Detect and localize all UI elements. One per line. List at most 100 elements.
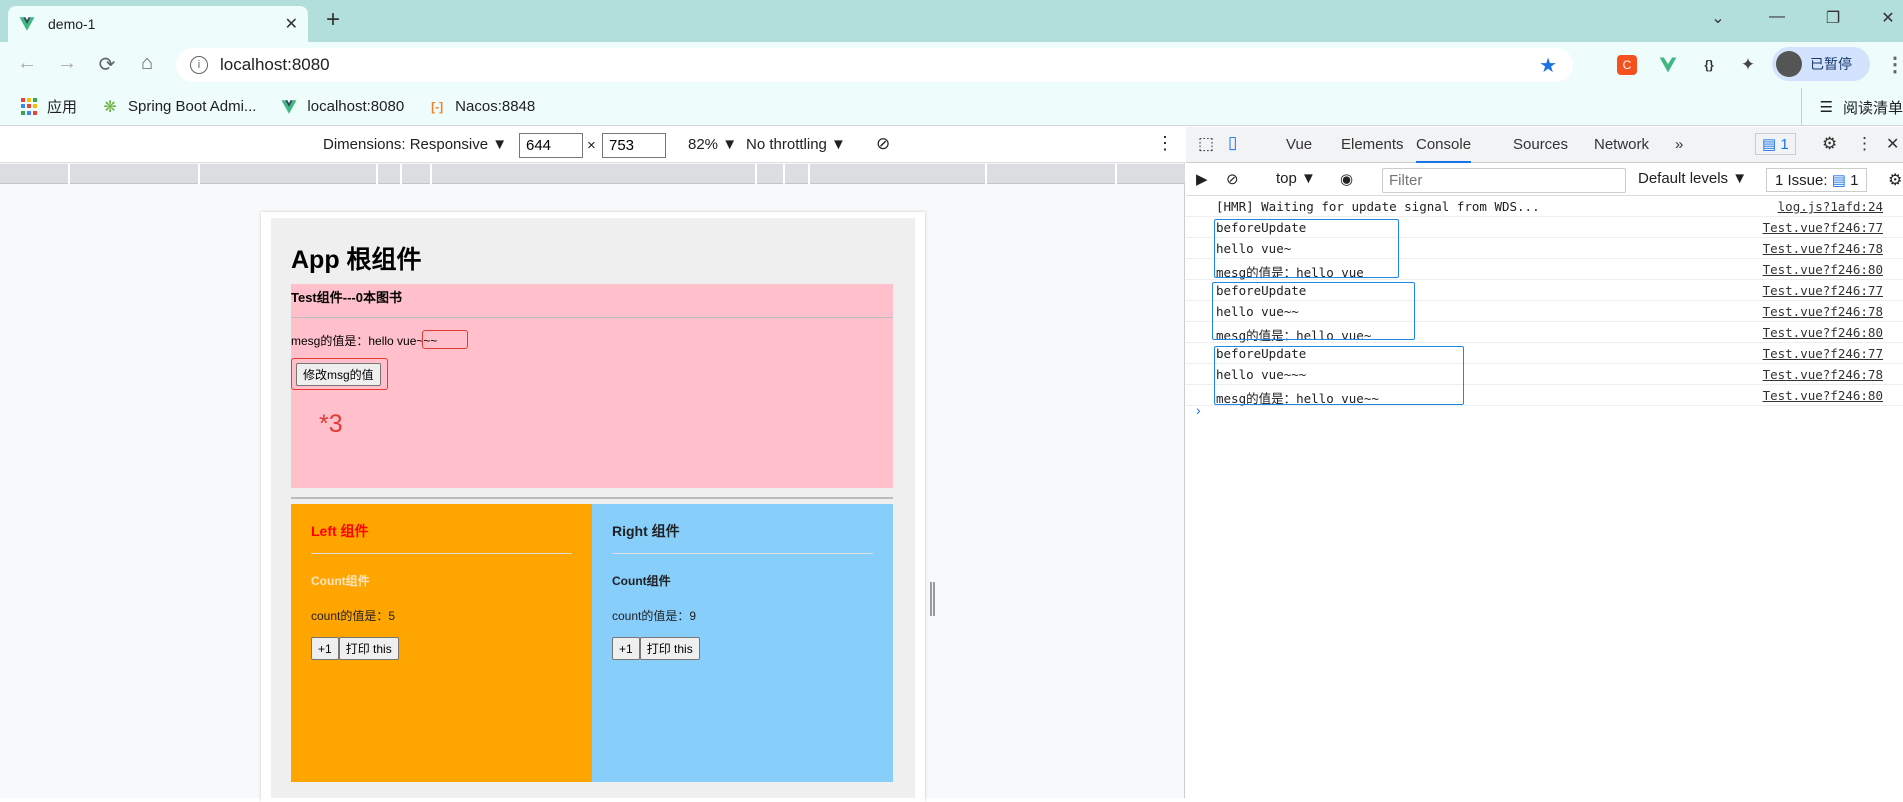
url-text[interactable]: localhost:8080 <box>220 55 1539 75</box>
log-source-link[interactable]: Test.vue?f246:80 <box>1763 262 1883 277</box>
right-component: Right 组件 Count组件 count的值是：9 +1 打印 this <box>592 504 893 782</box>
reading-list-label: 阅读清单 <box>1842 99 1903 117</box>
log-source-link[interactable]: Test.vue?f246:78 <box>1763 241 1883 256</box>
ruler-segment[interactable] <box>783 164 785 184</box>
home-icon[interactable]: ⌂ <box>134 52 160 75</box>
ruler-segment[interactable] <box>430 164 432 184</box>
profile-button[interactable]: 已暂停 <box>1772 47 1870 81</box>
device-toggle-icon[interactable]: ▯ <box>1228 133 1237 153</box>
tab-sources[interactable]: Sources <box>1513 136 1568 153</box>
bookmarks-bar: 应用 ❋ Spring Boot Admi... localhost:8080 … <box>0 88 1903 126</box>
reload-icon[interactable]: ⟳ <box>94 52 120 77</box>
ruler-segment[interactable] <box>400 164 402 184</box>
console-toolbar: ▶ ⊘ top ▼ ◉ Default levels ▼ 1 Issue: ▤ … <box>1186 164 1903 196</box>
log-source-link[interactable]: Test.vue?f246:77 <box>1763 220 1883 235</box>
more-tabs-icon[interactable]: » <box>1675 136 1683 153</box>
address-bar[interactable]: i localhost:8080 ★ <box>176 48 1573 82</box>
highlight-box <box>422 330 468 349</box>
device-toolbar: Dimensions: Responsive ▼ × 82% ▼ No thro… <box>0 127 1185 163</box>
console-filter-input[interactable] <box>1382 168 1626 193</box>
ruler-segment[interactable] <box>985 164 987 184</box>
json-extension-icon[interactable]: {} <box>1699 55 1719 75</box>
throttling-select[interactable]: No throttling ▼ <box>746 136 846 153</box>
ruler-segment[interactable] <box>755 164 757 184</box>
issues-button[interactable]: 1 Issue: ▤ 1 <box>1766 168 1868 192</box>
log-source-link[interactable]: Test.vue?f246:77 <box>1763 283 1883 298</box>
console-log-row: [HMR] Waiting for update signal from WDS… <box>1186 196 1903 217</box>
plus-one-button[interactable]: +1 <box>311 637 339 660</box>
extension-c-icon[interactable]: C <box>1617 55 1637 75</box>
inspect-icon[interactable]: ⬚ <box>1198 134 1214 154</box>
test-heading: Test组件---0本图书 <box>291 284 893 318</box>
times-sign: × <box>587 137 596 154</box>
bookmark-nacos[interactable]: [-] Nacos:8848 <box>428 98 535 116</box>
minimize-icon[interactable]: — <box>1762 8 1792 26</box>
log-source-link[interactable]: Test.vue?f246:80 <box>1763 388 1883 403</box>
browser-menu-icon[interactable]: ⋮ <box>1882 52 1903 77</box>
tab-elements[interactable]: Elements <box>1341 136 1404 153</box>
vue-icon <box>19 17 35 31</box>
tab-network[interactable]: Network <box>1594 136 1649 153</box>
console-settings-icon[interactable]: ⚙ <box>1888 170 1902 190</box>
log-message: [HMR] Waiting for update signal from WDS… <box>1216 199 1540 214</box>
new-tab-icon[interactable]: + <box>326 8 340 32</box>
tab-console[interactable]: Console <box>1416 136 1472 163</box>
log-source-link[interactable]: Test.vue?f246:77 <box>1763 346 1883 361</box>
bookmark-star-icon[interactable]: ★ <box>1539 53 1557 78</box>
window-close-icon[interactable]: ✕ <box>1873 8 1903 28</box>
bookmark-localhost[interactable]: localhost:8080 <box>280 98 404 116</box>
left-heading: Left 组件 <box>311 504 572 554</box>
browser-tab[interactable]: demo-1 ✕ <box>8 6 308 42</box>
ruler-segment[interactable] <box>1115 164 1117 184</box>
height-input[interactable] <box>602 133 666 158</box>
chevron-down-icon[interactable]: ⌄ <box>1703 8 1733 28</box>
zoom-select[interactable]: 82% ▼ <box>688 136 737 153</box>
gear-icon[interactable]: ⚙ <box>1822 134 1837 154</box>
close-devtools-icon[interactable]: ✕ <box>1886 134 1899 154</box>
ruler-segment[interactable] <box>376 164 378 184</box>
width-input[interactable] <box>519 133 583 158</box>
app-root: App 根组件 Test组件---0本图书 mesg的值是：hello vue~… <box>271 218 915 798</box>
print-this-button[interactable]: 打印 this <box>338 637 399 660</box>
log-source-link[interactable]: Test.vue?f246:80 <box>1763 325 1883 340</box>
log-levels-select[interactable]: Default levels ▼ <box>1638 170 1747 187</box>
info-icon[interactable]: i <box>190 56 208 74</box>
reading-list[interactable]: ☰ 阅读清单 <box>1800 88 1903 126</box>
modify-msg-button[interactable]: 修改msg的值 <box>296 363 381 386</box>
bookmark-spring-boot-admin[interactable]: ❋ Spring Boot Admi... <box>101 98 256 116</box>
dimensions-select[interactable]: Dimensions: Responsive ▼ <box>323 136 507 153</box>
back-icon[interactable]: ← <box>14 52 40 75</box>
eye-icon[interactable]: ◉ <box>1340 170 1353 188</box>
emulated-page: App 根组件 Test组件---0本图书 mesg的值是：hello vue~… <box>261 212 925 802</box>
device-menu-icon[interactable]: ⋮ <box>1156 133 1174 154</box>
log-source-link[interactable]: Test.vue?f246:78 <box>1763 304 1883 319</box>
issues-count: 1 <box>1850 172 1859 189</box>
clear-console-icon[interactable]: ⊘ <box>1226 170 1239 188</box>
ruler-segment[interactable] <box>198 164 200 184</box>
vue-devtools-icon[interactable] <box>1658 55 1678 75</box>
log-source-link[interactable]: log.js?1afd:24 <box>1778 199 1883 214</box>
rotate-icon[interactable]: ⊘ <box>876 134 890 154</box>
print-this-button[interactable]: 打印 this <box>639 637 700 660</box>
message-badge[interactable]: ▤ 1 <box>1755 133 1796 155</box>
count-value: count的值是：5 <box>311 609 396 623</box>
context-select[interactable]: top ▼ <box>1276 170 1316 187</box>
maximize-icon[interactable]: ❐ <box>1818 8 1848 28</box>
ruler-segment[interactable] <box>68 164 70 184</box>
ruler-segment[interactable] <box>808 164 810 184</box>
puzzle-icon[interactable]: ✦ <box>1738 55 1758 75</box>
bookmark-apps[interactable]: 应用 <box>20 96 77 117</box>
tab-vue[interactable]: Vue <box>1286 136 1312 153</box>
browser-title-bar: demo-1 ✕ + ⌄ — ❐ ✕ <box>0 0 1903 42</box>
media-query-ruler[interactable] <box>0 164 1185 184</box>
devtools-menu-icon[interactable]: ⋮ <box>1856 134 1873 154</box>
log-source-link[interactable]: Test.vue?f246:78 <box>1763 367 1883 382</box>
console-prompt[interactable]: › <box>1196 402 1201 418</box>
close-tab-icon[interactable]: ✕ <box>285 14 298 34</box>
forward-icon[interactable]: → <box>54 52 80 75</box>
sidebar-toggle-icon[interactable]: ▶ <box>1196 170 1208 188</box>
profile-label: 已暂停 <box>1810 56 1852 72</box>
plus-one-button[interactable]: +1 <box>612 637 640 660</box>
viewport-resize-handle[interactable] <box>930 582 935 616</box>
bookmark-label: 应用 <box>47 99 78 116</box>
